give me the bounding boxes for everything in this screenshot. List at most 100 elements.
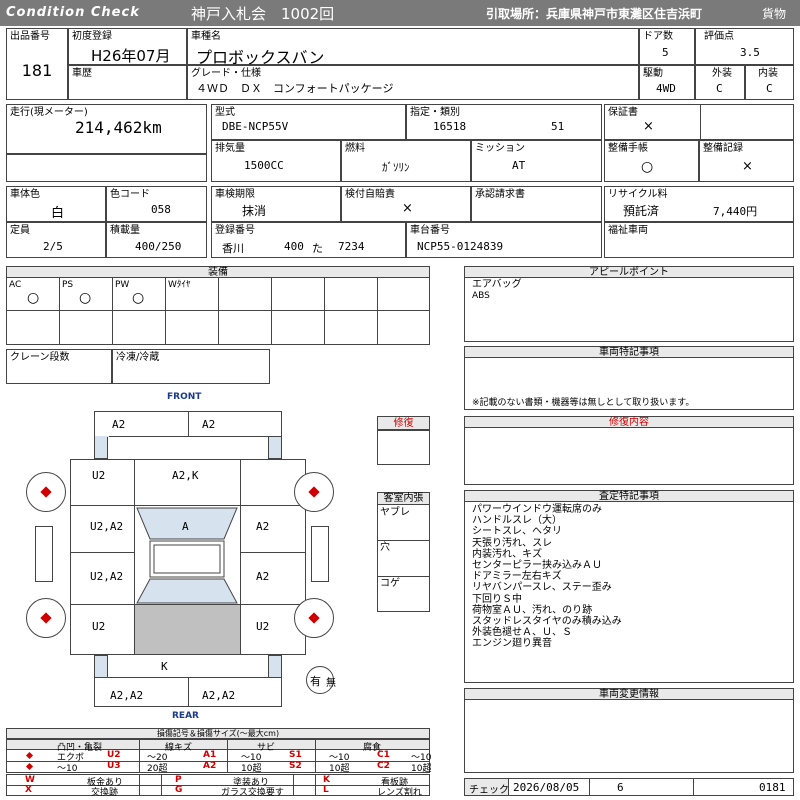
capacity-label: 定員: [10, 225, 30, 236]
equip-pw-mark: ○: [132, 290, 145, 306]
mark-rear-left: U2: [92, 620, 106, 633]
wheel-rear-right: [294, 598, 334, 638]
code-x-text: 交換跡: [91, 788, 119, 798]
code-g: G: [175, 785, 183, 795]
cabin-item-tear: ヤブレ: [380, 507, 410, 518]
appeal-line-1: エアバッグ: [472, 279, 522, 290]
vehicle-category: 貨物: [762, 7, 787, 21]
crane-label: クレーン段数: [10, 352, 70, 363]
mark-front-right: A2: [202, 418, 216, 431]
self-sign-cell: 検付自賠責 ×: [341, 186, 471, 222]
mileage-cell: 走行(現メーター) 214,462km: [6, 104, 207, 154]
type-cell: 型式 DBE-NCP55V: [211, 104, 406, 140]
note-line: シートスレ、ヘタリ: [472, 526, 562, 538]
approval-label: 承認請求書: [475, 189, 525, 200]
legend-table: 凸凹・亀裂 線キズ サビ 腐食 エクボ U2 ～20 A1 ～10 S1 ～10…: [6, 739, 431, 774]
legend-r1-3: A1: [203, 750, 217, 760]
welfare-cell: 福祉車両: [604, 222, 794, 258]
mission-label: ミッション: [475, 143, 525, 154]
title-left: Condition Check: [6, 5, 140, 20]
recycle-cell: リサイクル料 預託済 7,440円: [604, 186, 794, 222]
self-sign-label: 検付自賠責: [345, 189, 395, 200]
mark-rear-center: K: [161, 660, 168, 673]
inspection-label: 車検期限: [215, 189, 255, 200]
legend-r2-5: S2: [289, 761, 302, 771]
note-line: 天張り汚れ、スレ: [472, 537, 553, 549]
front-label: FRONT: [167, 392, 202, 402]
exterior-label: 外装: [712, 68, 732, 79]
load-cell: 積載量 400/250: [106, 222, 207, 258]
score-label: 評価点: [704, 31, 734, 42]
approval-cell: 承認請求書: [471, 186, 602, 222]
auction-title: 神戸入札会 1002回: [191, 5, 335, 23]
first-reg-value: H26年07月: [91, 47, 171, 65]
header-bar: Condition Check 神戸入札会 1002回 引取場所：兵庫県神戸市東…: [0, 0, 800, 26]
wheel-front-left: [26, 472, 66, 512]
code-k: K: [323, 775, 330, 785]
wheel-front-right: [294, 472, 334, 512]
maint-record-value: ×: [742, 159, 753, 174]
note-line: ドアミラー左右キズ: [472, 571, 562, 583]
equip-ps-mark: ○: [79, 290, 92, 306]
history-cell: 車歴: [68, 65, 187, 100]
repair-title: 修復: [377, 416, 430, 430]
mission-cell: ミッション AT: [471, 140, 602, 182]
designation-value: 16518: [433, 120, 467, 133]
mark-hood-center: A2,K: [172, 469, 199, 482]
check-label: チェック: [469, 785, 509, 796]
code-x: X: [25, 785, 32, 795]
exterior-cell: 外装 C: [695, 65, 745, 100]
refrig-cell: 冷凍/冷蔵: [112, 349, 270, 384]
mark-rl-door: U2,A2: [90, 570, 124, 583]
lot-label: 出品番号: [10, 31, 50, 42]
fuel-label: 燃料: [345, 143, 365, 154]
note-line: パワーウインドウ運転席のみ: [472, 504, 602, 515]
grade-cell: グレード・仕様 ４ＷＤ ＤＸ コンフォートパッケージ: [187, 65, 639, 100]
mark-front-left: A2: [112, 418, 126, 431]
reg-num: 7234: [338, 240, 365, 253]
legend-r1-1: U2: [107, 750, 121, 760]
exterior-value: C: [716, 82, 723, 95]
doors-label: ドア数: [643, 31, 673, 42]
code-p: P: [175, 775, 182, 785]
legend-r2-0: ～10: [57, 764, 78, 774]
chassis-value: NCP55-0124839: [417, 240, 504, 253]
code-g-text: ガラス交換要す: [221, 788, 284, 798]
interior-value: C: [766, 82, 773, 95]
chassis-cell: 車台番号 NCP55-0124839: [406, 222, 602, 258]
note-line: エンジン廻り異音: [472, 638, 552, 650]
capacity-cell: 定員 2/5: [6, 222, 106, 258]
recycle-fee: 7,440円: [713, 205, 758, 218]
fuel-cell: 燃料 ｶﾞｿﾘﾝ: [341, 140, 471, 182]
code-l: L: [323, 785, 329, 795]
mark-bumper-left: A2,A2: [110, 689, 144, 702]
score-value: 3.5: [740, 46, 760, 59]
maint-book-value: ○: [641, 159, 654, 175]
drive-label: 駆動: [643, 68, 663, 79]
mileage-extra-cell: [6, 154, 207, 182]
history-label: 車歴: [72, 68, 92, 79]
equip-ps-label: PS: [62, 280, 74, 290]
capacity-value: 2/5: [43, 240, 63, 253]
maint-book-label: 整備手帳: [608, 143, 648, 154]
self-sign-value: ×: [402, 201, 413, 216]
note-line: 内装汚れ、キズ: [472, 548, 543, 560]
cabin-item-hole: 穴: [380, 542, 390, 553]
checker-no: 6: [617, 781, 624, 794]
change-info-body: [464, 699, 794, 773]
warranty-label: 保証書: [608, 107, 638, 118]
check-date: 2026/08/05: [513, 781, 580, 794]
warranty-cell: 保証書 ×: [604, 104, 794, 140]
inspection-notes-body: パワーウインドウ運転席のみ ハンドルスレ（大） シートスレ、ヘタリ 天張り汚れ、…: [464, 501, 794, 683]
mission-value: AT: [512, 159, 526, 172]
legend-r2-4: 10超: [241, 764, 262, 774]
recycle-status: 預託済: [623, 204, 660, 218]
mark-fl-door: U2,A2: [90, 520, 124, 533]
appeal-line-2: ABS: [472, 291, 490, 301]
legend-title: 損傷記号＆損傷サイズ(～最大cm): [6, 728, 430, 739]
legend-r2-6: 10超: [329, 764, 350, 774]
fuel-value: ｶﾞｿﾘﾝ: [382, 161, 410, 174]
model-label: 車種名: [191, 31, 221, 42]
legend-r1-7: C1: [377, 750, 390, 760]
rear-label: REAR: [172, 711, 199, 721]
